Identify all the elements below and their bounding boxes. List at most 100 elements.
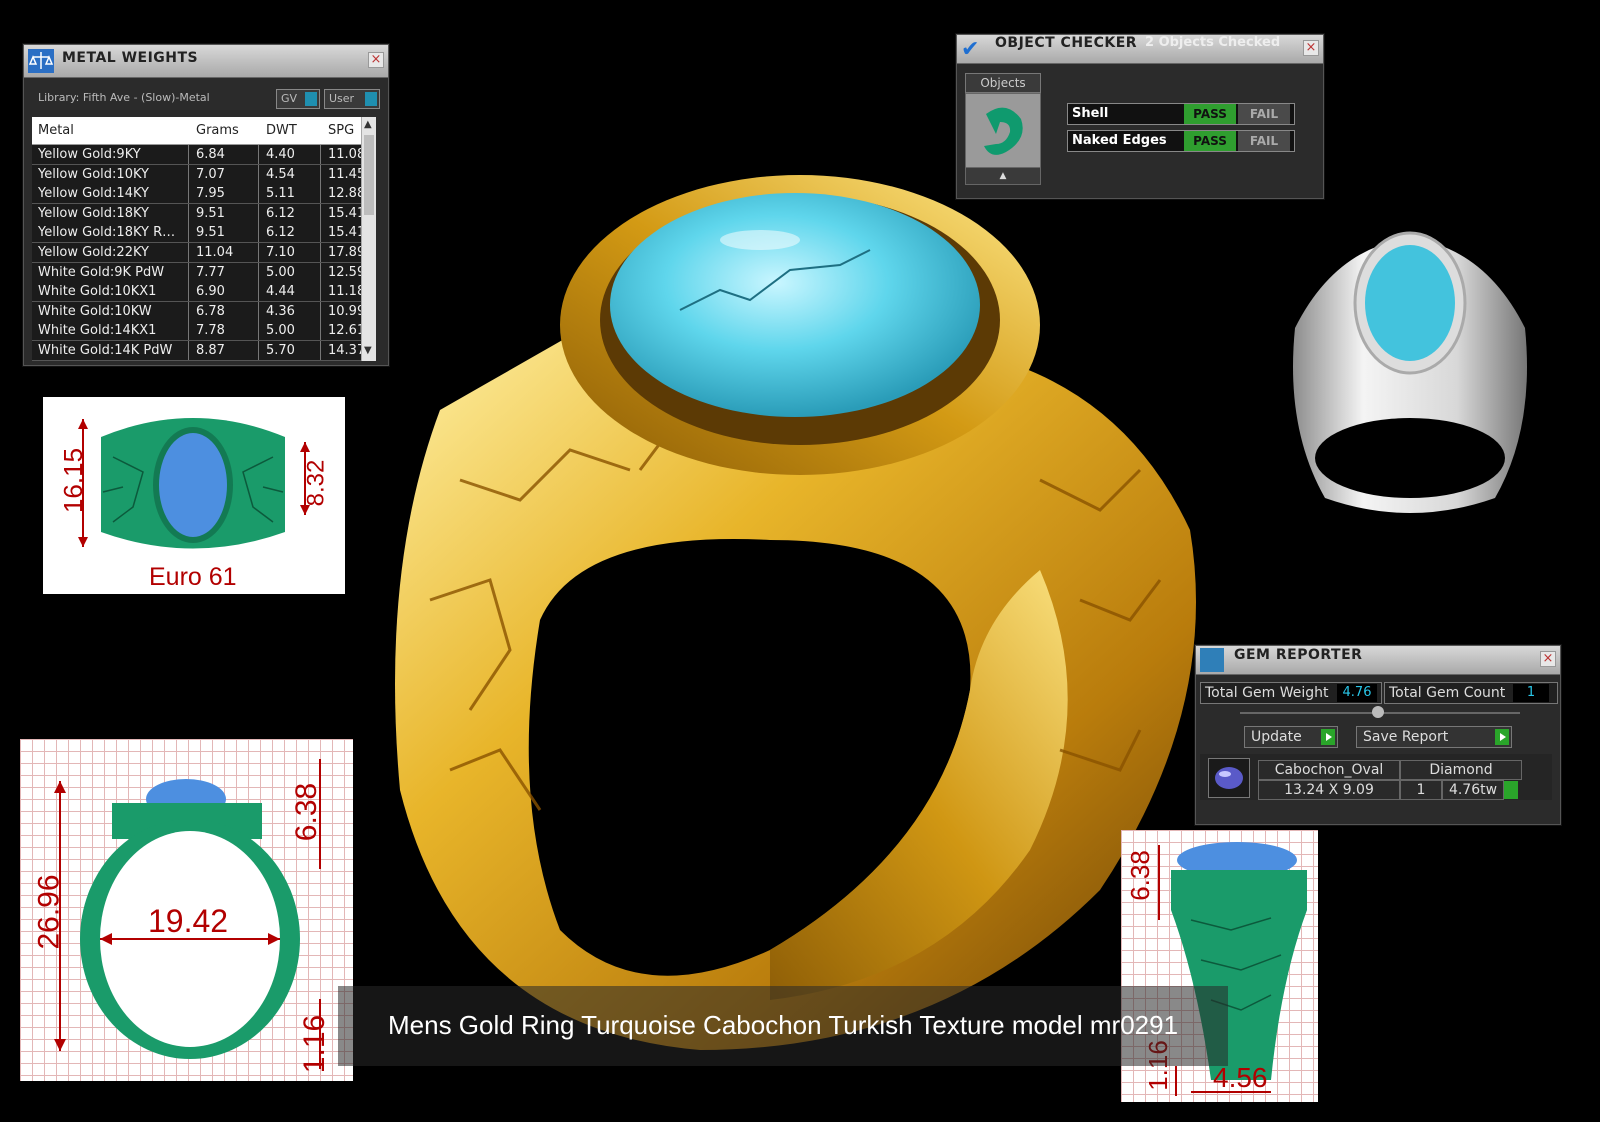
total-gem-count-field: Total Gem Count 1: [1384, 682, 1558, 704]
scroll-down-icon[interactable]: ▼: [364, 345, 372, 356]
metal-weights-titlebar[interactable]: METAL WEIGHTS ×: [24, 45, 388, 78]
dwt-cell: 6.12: [266, 225, 295, 241]
update-button[interactable]: Update: [1244, 726, 1338, 748]
table-row[interactable]: Yellow Gold:10KY 7.07 4.54 11.45: [32, 164, 364, 185]
column-divider: [258, 203, 259, 223]
total-gem-count-label: Total Gem Count: [1389, 685, 1506, 701]
column-divider: [188, 301, 189, 321]
gem-reporter-titlebar[interactable]: GEM REPORTER ×: [1196, 646, 1560, 675]
metal-cell: Yellow Gold:9KY: [38, 147, 141, 162]
grams-cell: 7.95: [196, 186, 225, 202]
table-scrollbar[interactable]: ▲ ▼: [361, 117, 376, 361]
objects-scroll-up-button[interactable]: ▲: [965, 167, 1041, 185]
scroll-thumb[interactable]: [364, 135, 374, 215]
gem-cut-cell: Cabochon_Oval: [1258, 760, 1400, 780]
object-thumbnail[interactable]: [965, 93, 1041, 169]
metal-cell: White Gold:9K PdW: [38, 264, 165, 280]
column-header-spg[interactable]: SPG: [328, 123, 354, 138]
checkmark-icon: ✔: [961, 37, 980, 62]
gv-filter-toggle[interactable]: GV: [276, 89, 320, 109]
gem-reporter-close-icon[interactable]: ×: [1540, 651, 1556, 667]
dwt-cell: 6.12: [266, 205, 295, 221]
column-header-dwt[interactable]: DWT: [266, 123, 297, 138]
spg-cell: 11.45: [328, 166, 364, 182]
dwt-cell: 5.70: [266, 343, 295, 358]
column-divider: [320, 145, 321, 164]
caption-banner: Mens Gold Ring Turquoise Cabochon Turkis…: [338, 986, 1228, 1066]
metal-cell: Yellow Gold:18KY R…: [38, 225, 176, 241]
table-row[interactable]: Yellow Gold:18KY 9.51 6.12 15.41: [32, 203, 364, 224]
column-divider: [188, 164, 189, 184]
side-view-width-dim: 4.56: [1213, 1062, 1268, 1093]
table-row[interactable]: White Gold:10KW 6.78 4.36 10.99: [32, 301, 364, 322]
column-divider: [320, 301, 321, 321]
spg-cell: 14.37: [328, 343, 364, 358]
dwt-cell: 7.10: [266, 245, 295, 260]
column-divider: [320, 341, 321, 360]
table-row[interactable]: White Gold:9K PdW 7.77 5.00 12.59: [32, 262, 364, 283]
user-filter-toggle[interactable]: User: [324, 89, 380, 109]
column-divider: [320, 203, 321, 223]
column-divider: [188, 282, 189, 302]
metal-cell: White Gold:10KW: [38, 303, 152, 319]
table-header: Metal Grams DWT SPG: [32, 117, 362, 145]
splitter-knob-icon[interactable]: [1372, 706, 1384, 718]
column-divider: [320, 321, 321, 341]
pass-indicator: PASS: [1184, 104, 1236, 124]
metal-cell: Yellow Gold:22KY: [38, 245, 149, 260]
column-header-grams[interactable]: Grams: [196, 123, 239, 138]
grams-cell: 8.87: [196, 343, 225, 358]
column-header-metal[interactable]: Metal: [38, 123, 74, 138]
scroll-up-icon[interactable]: ▲: [364, 119, 372, 130]
gem-reporter-panel: GEM REPORTER × Total Gem Weight 4.76 Tot…: [1195, 645, 1561, 825]
spg-cell: 11.18: [328, 284, 364, 300]
side-view-top-dim: 6.38: [1124, 850, 1155, 901]
table-row[interactable]: White Gold:14KX1 7.78 5.00 12.61: [32, 321, 364, 342]
grams-cell: 9.51: [196, 225, 225, 241]
grams-cell: 6.78: [196, 303, 225, 319]
table-row[interactable]: Yellow Gold:18KY R… 9.51 6.12 15.41: [32, 223, 364, 244]
metal-weights-table: Metal Grams DWT SPG Yellow Gold:9KY 6.84 4…: [32, 117, 376, 361]
spg-cell: 11.08: [328, 147, 364, 162]
ring-object-icon: [984, 107, 1023, 155]
column-divider: [320, 282, 321, 302]
toggle-icon: [305, 92, 317, 106]
pass-indicator: PASS: [1184, 131, 1236, 151]
grams-cell: 6.90: [196, 284, 225, 300]
play-icon: [1495, 729, 1509, 745]
toggle-icon: [365, 92, 377, 106]
metal-weights-panel: METAL WEIGHTS × Library: Fifth Ave - (Sl…: [23, 44, 389, 366]
metal-cell: White Gold:14K PdW: [38, 343, 173, 358]
spg-cell: 15.41: [328, 225, 364, 241]
spg-cell: 15.41: [328, 205, 364, 221]
table-row[interactable]: White Gold:14K PdW 8.87 5.70 14.37: [32, 341, 364, 361]
table-row[interactable]: Yellow Gold:9KY 6.84 4.40 11.08: [32, 145, 364, 165]
dwt-cell: 5.00: [266, 264, 295, 280]
metal-cell: Yellow Gold:18KY: [38, 205, 149, 221]
column-divider: [258, 282, 259, 302]
column-divider: [188, 321, 189, 341]
spg-cell: 12.59: [328, 264, 364, 280]
column-divider: [188, 223, 189, 243]
gem-tw-arrow-button[interactable]: [1504, 781, 1518, 799]
dwt-cell: 4.40: [266, 147, 295, 162]
table-row[interactable]: Yellow Gold:22KY 11.04 7.10 17.89: [32, 243, 364, 263]
save-report-button[interactable]: Save Report: [1356, 726, 1512, 748]
column-divider: [258, 164, 259, 184]
gem-tw-cell: 4.76tw: [1442, 780, 1504, 800]
gem-type-cell: Diamond: [1400, 760, 1522, 780]
spg-cell: 12.88: [328, 186, 364, 202]
table-row[interactable]: White Gold:10KX1 6.90 4.44 11.18: [32, 282, 364, 303]
gv-filter-label: GV: [281, 92, 298, 105]
grams-cell: 7.77: [196, 264, 225, 280]
object-checker-titlebar[interactable]: ✔ OBJECT CHECKER 2 Objects Checked ×: [957, 35, 1323, 64]
gem-reporter-icon: [1200, 648, 1224, 672]
spg-cell: 12.61: [328, 323, 364, 339]
oval-gem-icon: [1208, 758, 1250, 798]
front-view-diagram: 26.96 6.38 19.42 1.16: [20, 739, 353, 1081]
metal-weights-close-icon[interactable]: ×: [368, 52, 384, 68]
gem-list-row[interactable]: Cabochon_Oval Diamond 13.24 X 9.09 1 4.7…: [1200, 754, 1552, 800]
object-checker-close-icon[interactable]: ×: [1303, 40, 1319, 56]
table-row[interactable]: Yellow Gold:14KY 7.95 5.11 12.88: [32, 184, 364, 205]
silver-ring-render: [1285, 228, 1535, 528]
